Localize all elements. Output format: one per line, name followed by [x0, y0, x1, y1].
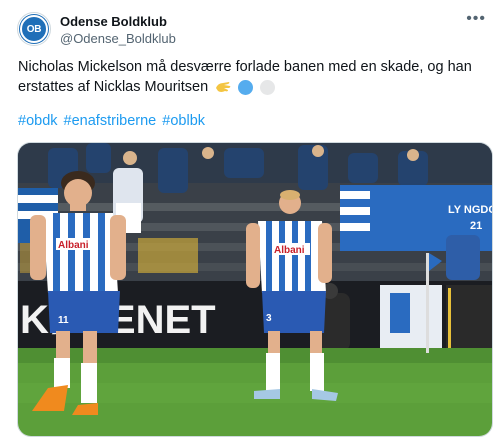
hashtag-link[interactable]: #oblbk [162, 113, 205, 129]
avatar-text: OB [26, 23, 42, 35]
author-name[interactable]: Odense Boldklub [60, 14, 167, 29]
shirt-sponsor-left: Albani [58, 240, 89, 251]
banner-text-2: 21 [470, 220, 482, 232]
tweet-card[interactable]: OB Odense Boldklub @Odense_Boldklub ••• … [0, 0, 500, 440]
blue-circle-emoji [238, 79, 254, 95]
hashtags: #obdk #enafstriberne #oblbk [18, 113, 207, 129]
more-icon[interactable]: ••• [466, 10, 486, 28]
clapping-hand-emoji [216, 82, 231, 93]
tweet-text: Nicholas Mickelson må desværre forlade b… [18, 57, 488, 97]
hashtag-link[interactable]: #enafstriberne [64, 113, 157, 129]
shirt-sponsor-right: Albani [274, 245, 305, 256]
white-circle-emoji [260, 79, 276, 95]
club-logo: OB [20, 15, 48, 43]
tweet-photo[interactable]: LY NGDO 21 KØBENET [17, 142, 493, 437]
shorts-number-right: 3 [266, 313, 272, 324]
hashtag-link[interactable]: #obdk [18, 113, 58, 129]
banner-text: LY NGDO [448, 204, 493, 216]
avatar[interactable]: OB [17, 12, 51, 46]
shorts-number-left: 11 [58, 315, 69, 326]
author-handle[interactable]: @Odense_Boldklub [60, 31, 176, 46]
